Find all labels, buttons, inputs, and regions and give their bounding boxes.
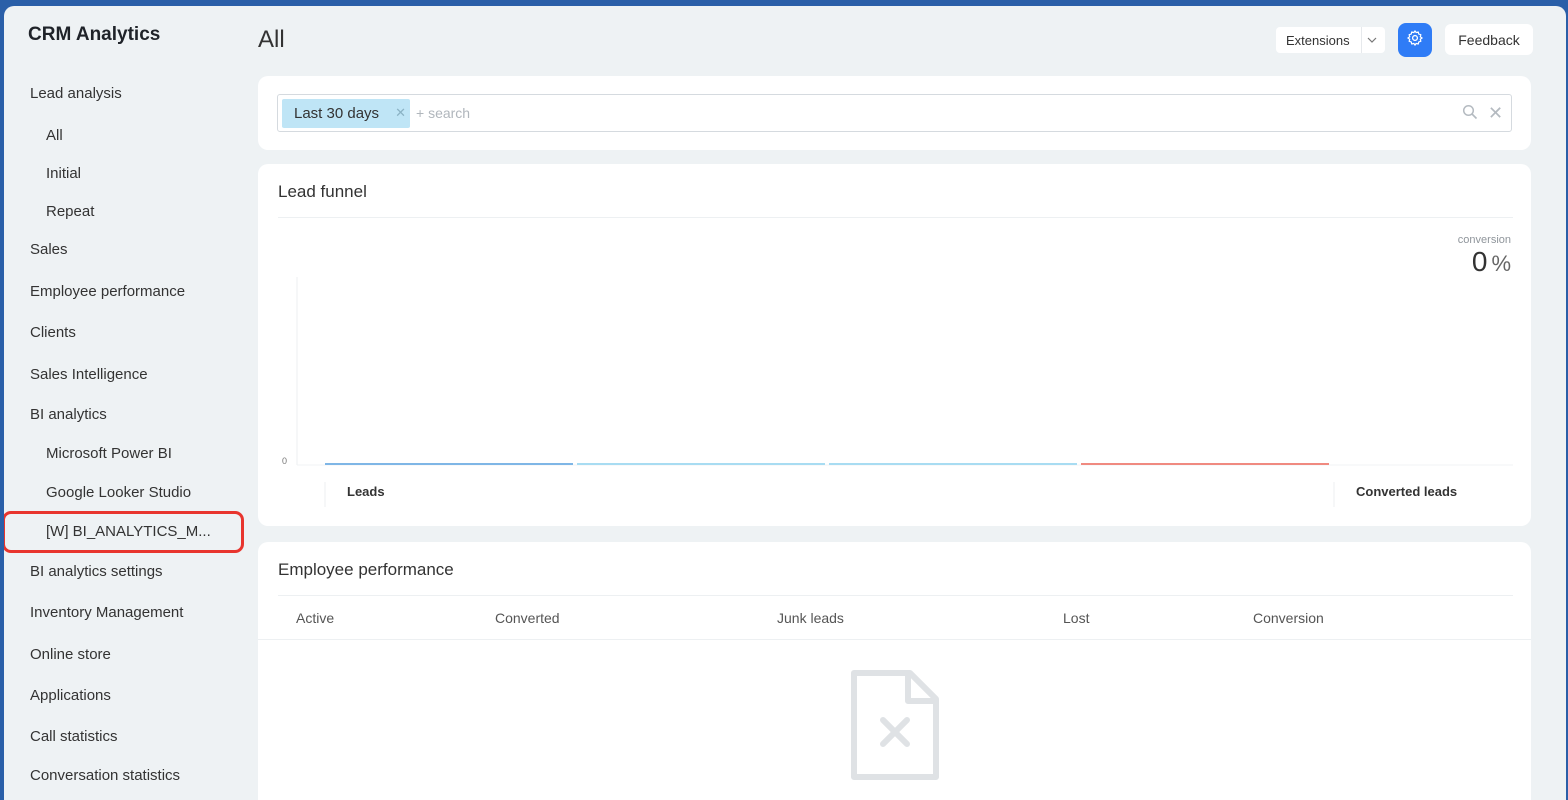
sidebar-item-bi-analytics-m[interactable]: [W] BI_ANALYTICS_M...	[46, 523, 211, 540]
sidebar-item-sales[interactable]: Sales	[30, 241, 68, 258]
chip-remove-icon[interactable]: ✕	[395, 105, 406, 121]
column-header-active[interactable]: Active	[296, 610, 334, 626]
sidebar-item-bi-analytics-settings[interactable]: BI analytics settings	[30, 563, 163, 580]
sidebar-item-call-statistics[interactable]: Call statistics	[30, 728, 118, 745]
column-header-junk-leads[interactable]: Junk leads	[777, 610, 844, 626]
divider	[278, 595, 1513, 596]
sidebar-item-clients[interactable]: Clients	[30, 324, 76, 341]
chevron-down-icon	[1361, 27, 1381, 53]
settings-button[interactable]	[1398, 23, 1432, 57]
close-icon[interactable]: ✕	[1488, 104, 1503, 122]
sidebar-item-google-looker-studio[interactable]: Google Looker Studio	[46, 484, 191, 501]
extensions-label: Extensions	[1286, 32, 1350, 48]
page-title: All	[258, 26, 285, 53]
funnel-chart: 0 Leads Converted leads	[282, 277, 1513, 507]
header-divider	[258, 639, 1531, 640]
no-data-file-icon	[850, 669, 940, 786]
sidebar-item-sales-intelligence[interactable]: Sales Intelligence	[30, 366, 148, 383]
sidebar-item-initial[interactable]: Initial	[46, 165, 81, 182]
sidebar-item-applications[interactable]: Applications	[30, 687, 111, 704]
sidebar-item-inventory-management[interactable]: Inventory Management	[30, 604, 183, 621]
feedback-button[interactable]: Feedback	[1445, 24, 1533, 55]
column-header-lost[interactable]: Lost	[1063, 610, 1089, 626]
gear-icon	[1406, 29, 1424, 52]
filter-search-box[interactable]: Last 30 days ✕ + search ✕	[277, 94, 1512, 132]
employee-performance-title: Employee performance	[278, 560, 454, 579]
column-header-conversion[interactable]: Conversion	[1253, 610, 1324, 626]
stage-label-leads: Leads	[347, 484, 385, 499]
search-icon[interactable]	[1462, 104, 1478, 125]
search-input[interactable]: + search	[416, 105, 470, 121]
lead-funnel-card: Lead funnel conversion 0% 0 Leads Conver…	[258, 164, 1531, 526]
app-window: CRM Analytics Lead analysis All Initial …	[4, 6, 1566, 800]
sidebar-item-online-store[interactable]: Online store	[30, 646, 111, 663]
sidebar-item-repeat[interactable]: Repeat	[46, 203, 94, 220]
app-title: CRM Analytics	[28, 24, 161, 45]
employee-performance-card: Employee performance Active Converted Ju…	[258, 542, 1531, 800]
sidebar-item-all[interactable]: All	[46, 127, 63, 144]
sidebar-item-lead-analysis[interactable]: Lead analysis	[30, 85, 122, 102]
sidebar-item-conversation-statistics[interactable]: Conversation statistics	[30, 767, 180, 784]
filter-chip-label: Last 30 days	[294, 105, 380, 122]
sidebar: CRM Analytics Lead analysis All Initial …	[4, 6, 250, 800]
sidebar-item-microsoft-power-bi[interactable]: Microsoft Power BI	[46, 445, 172, 462]
y-tick-label: 0	[282, 456, 287, 466]
filter-chip[interactable]: Last 30 days ✕	[282, 99, 410, 128]
column-header-converted[interactable]: Converted	[495, 610, 560, 626]
stage-label-converted-leads: Converted leads	[1356, 484, 1457, 499]
sidebar-item-employee-performance[interactable]: Employee performance	[30, 283, 185, 300]
sidebar-item-bi-analytics[interactable]: BI analytics	[30, 406, 107, 423]
filter-panel: Last 30 days ✕ + search ✕	[258, 76, 1531, 150]
extensions-dropdown[interactable]: Extensions	[1276, 27, 1385, 53]
